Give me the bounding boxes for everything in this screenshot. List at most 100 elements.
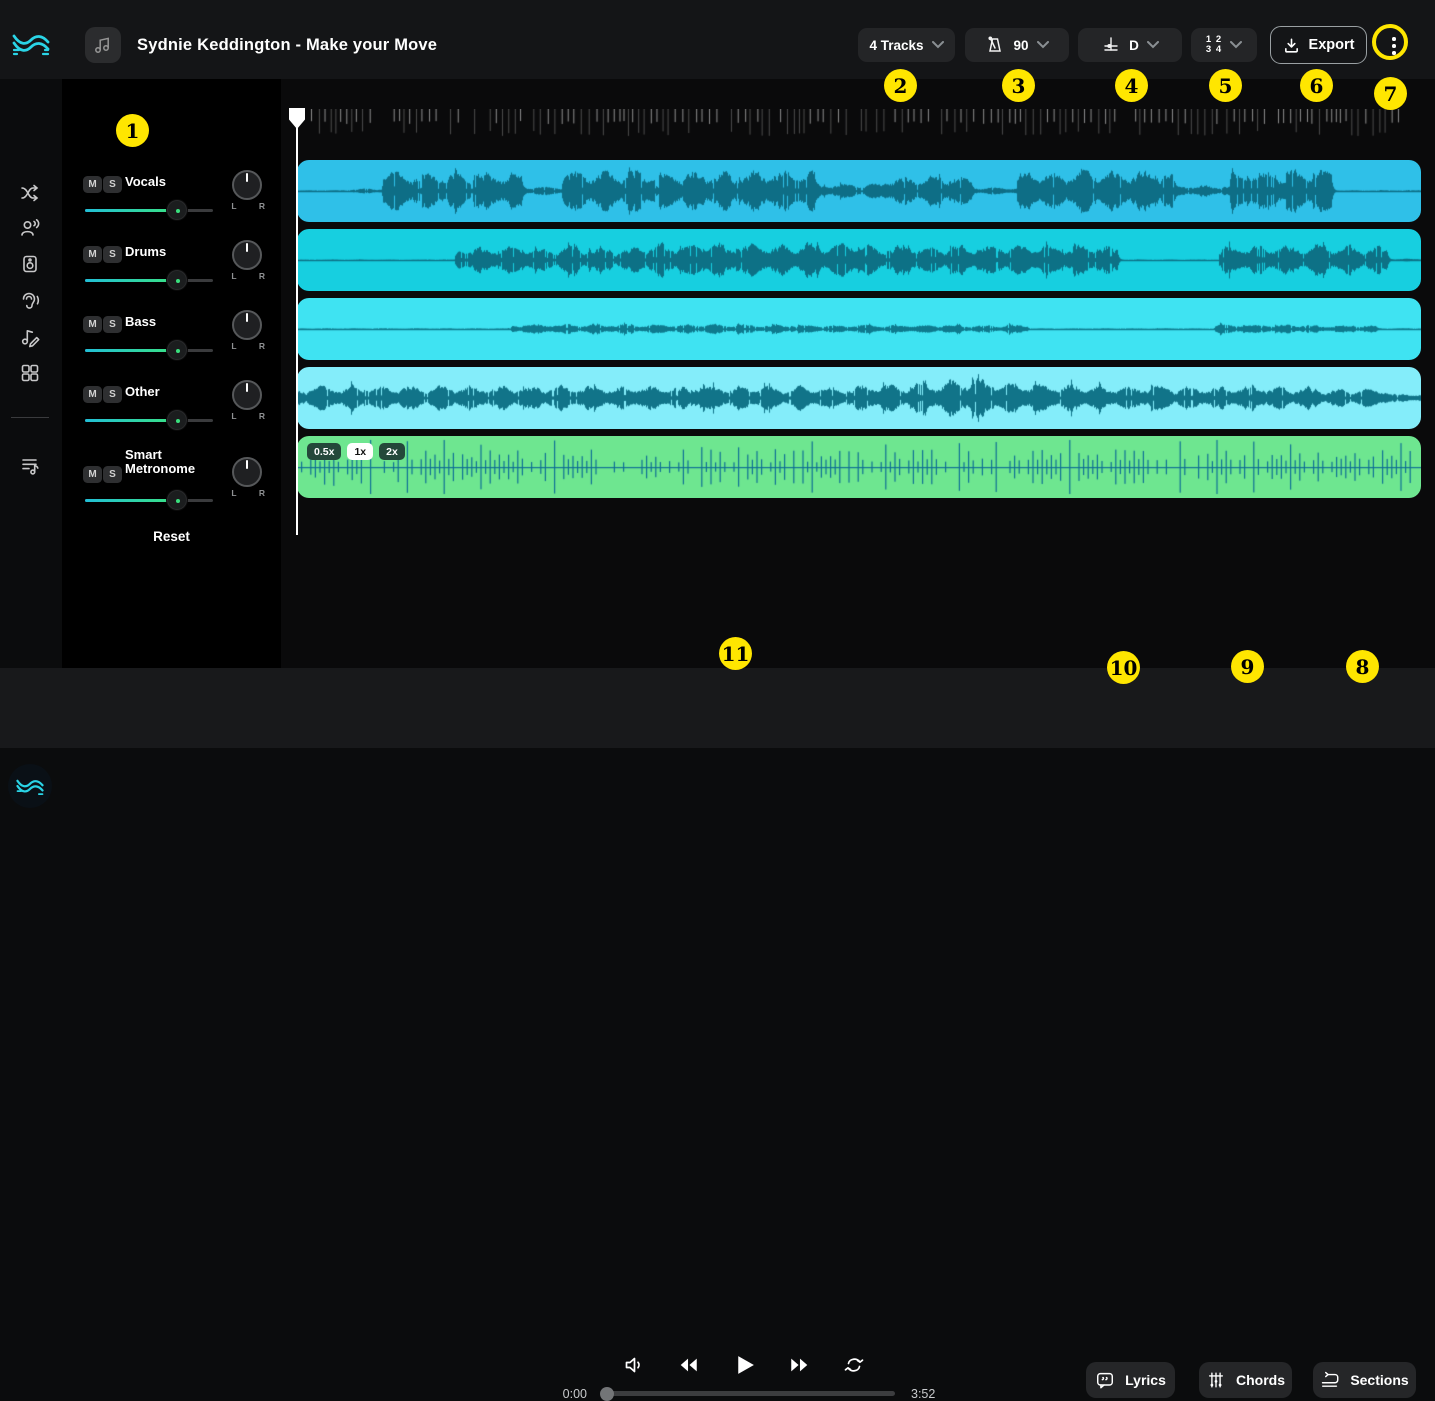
speed-0.5x-button[interactable]: 0.5x [307, 443, 341, 460]
volume-slider[interactable] [85, 203, 213, 217]
seek-thumb[interactable] [600, 1387, 614, 1401]
rewind-icon[interactable] [677, 1354, 700, 1376]
waveform-track-other[interactable] [297, 367, 1421, 429]
song-edit-icon[interactable] [19, 326, 41, 348]
waveform-track-vocals[interactable] [297, 160, 1421, 222]
slider-fill [85, 209, 177, 212]
pan-knob[interactable] [232, 170, 262, 200]
metronome-tempo-dropdown[interactable]: 90 [965, 28, 1069, 62]
voice-studio-icon[interactable] [19, 217, 41, 239]
pan-knob[interactable] [232, 310, 262, 340]
tempo-value: 90 [1013, 38, 1028, 53]
annotation-badge: 11 [719, 637, 752, 670]
slider-fill [85, 499, 177, 502]
loop-icon[interactable] [842, 1353, 866, 1377]
annotation-badge: 9 [1231, 650, 1264, 683]
chevron-down-icon [1037, 41, 1049, 49]
waveform-area: 0.5x 1x 2x [281, 79, 1435, 668]
volume-icon[interactable] [622, 1353, 646, 1377]
solo-button[interactable]: S [103, 176, 122, 193]
waveform-canvas [297, 298, 1421, 360]
annotation-badge: 7 [1374, 77, 1407, 110]
chevron-down-icon [932, 41, 944, 49]
mute-button[interactable]: M [83, 316, 102, 333]
solo-button[interactable]: S [103, 246, 122, 263]
mixer-row-drums: M S Drums L R [62, 237, 281, 307]
mixer-row-bass: M S Bass L R [62, 307, 281, 377]
amp-speaker-icon[interactable] [19, 253, 41, 275]
sections-button[interactable]: Sections [1313, 1362, 1416, 1398]
volume-slider[interactable] [85, 493, 213, 507]
mute-button[interactable]: M [83, 246, 102, 263]
playback-speed-group: 0.5x 1x 2x [307, 443, 405, 460]
chevron-down-icon [1230, 41, 1242, 49]
annotation-ring-7 [1372, 24, 1408, 60]
slider-fill [85, 349, 177, 352]
tracks-dropdown-label: 4 Tracks [869, 38, 923, 53]
slider-thumb[interactable] [166, 199, 188, 221]
mixer-row-vocals: M S Vocals L R [62, 167, 281, 237]
waveform-track-drums[interactable] [297, 229, 1421, 291]
apps-grid-icon[interactable] [19, 362, 41, 384]
volume-slider[interactable] [85, 413, 213, 427]
player-bar: 0:00 3:52 Lyrics Chords Secti [0, 668, 1435, 748]
brand-watermark [8, 764, 52, 808]
waveform-track-bass[interactable] [297, 298, 1421, 360]
pitch-key-dropdown[interactable]: D [1078, 28, 1182, 62]
time-signature-dropdown[interactable]: 1 2 3 4 [1191, 28, 1257, 62]
waveform-canvas [297, 160, 1421, 222]
slider-fill [85, 419, 177, 422]
solo-button[interactable]: S [103, 386, 122, 403]
app-logo-icon [12, 30, 50, 56]
volume-slider[interactable] [85, 343, 213, 357]
lyrics-button[interactable]: Lyrics [1086, 1362, 1175, 1398]
slider-thumb[interactable] [166, 489, 188, 511]
pan-knob[interactable] [232, 380, 262, 410]
pan-knob[interactable] [232, 457, 262, 487]
pan-left-label: L [228, 341, 240, 351]
annotation-badge: 8 [1346, 650, 1379, 683]
annotation-badge: 10 [1107, 651, 1140, 684]
solo-button[interactable]: S [103, 466, 122, 483]
pan-knob[interactable] [232, 240, 262, 270]
lyrics-label: Lyrics [1125, 1372, 1166, 1388]
pan-left-label: L [228, 488, 240, 498]
download-icon [1283, 37, 1300, 54]
beat-ruler[interactable] [310, 109, 1400, 137]
time-signature-icon: 1 2 3 4 [1206, 35, 1222, 55]
chords-button[interactable]: Chords [1199, 1362, 1292, 1398]
play-button[interactable] [732, 1352, 757, 1378]
annotation-badge: 5 [1209, 69, 1242, 102]
mixer-row-metronome: M S Smart Metronome L R [62, 447, 281, 517]
track-label: Other [125, 385, 221, 399]
chords-label: Chords [1236, 1372, 1285, 1388]
speed-1x-button[interactable]: 1x [347, 443, 373, 460]
annotation-badge: 4 [1115, 69, 1148, 102]
tracks-dropdown[interactable]: 4 Tracks [858, 28, 955, 62]
track-label: Drums [125, 245, 221, 259]
waveform-canvas [297, 367, 1421, 429]
key-value: D [1129, 38, 1139, 53]
ear-training-icon[interactable] [19, 290, 41, 312]
fast-forward-icon[interactable] [788, 1354, 811, 1376]
waveform-track-metronome[interactable]: 0.5x 1x 2x [297, 436, 1421, 498]
export-button[interactable]: Export [1270, 26, 1367, 64]
volume-slider[interactable] [85, 273, 213, 287]
song-title: Sydnie Keddington - Make your Move [137, 36, 437, 55]
playhead-marker[interactable] [289, 108, 305, 129]
slider-thumb[interactable] [166, 269, 188, 291]
mute-button[interactable]: M [83, 466, 102, 483]
solo-button[interactable]: S [103, 316, 122, 333]
split-tracks-icon[interactable] [19, 182, 41, 204]
speed-2x-button[interactable]: 2x [379, 443, 405, 460]
mute-button[interactable]: M [83, 176, 102, 193]
seek-bar[interactable] [605, 1391, 895, 1396]
mute-button[interactable]: M [83, 386, 102, 403]
metronome-icon [985, 35, 1005, 55]
lyrics-icon [1095, 1370, 1115, 1390]
pan-left-label: L [228, 201, 240, 211]
slider-thumb[interactable] [166, 339, 188, 361]
slider-thumb[interactable] [166, 409, 188, 431]
reset-button[interactable]: Reset [62, 529, 281, 544]
playlist-icon[interactable] [19, 455, 41, 477]
